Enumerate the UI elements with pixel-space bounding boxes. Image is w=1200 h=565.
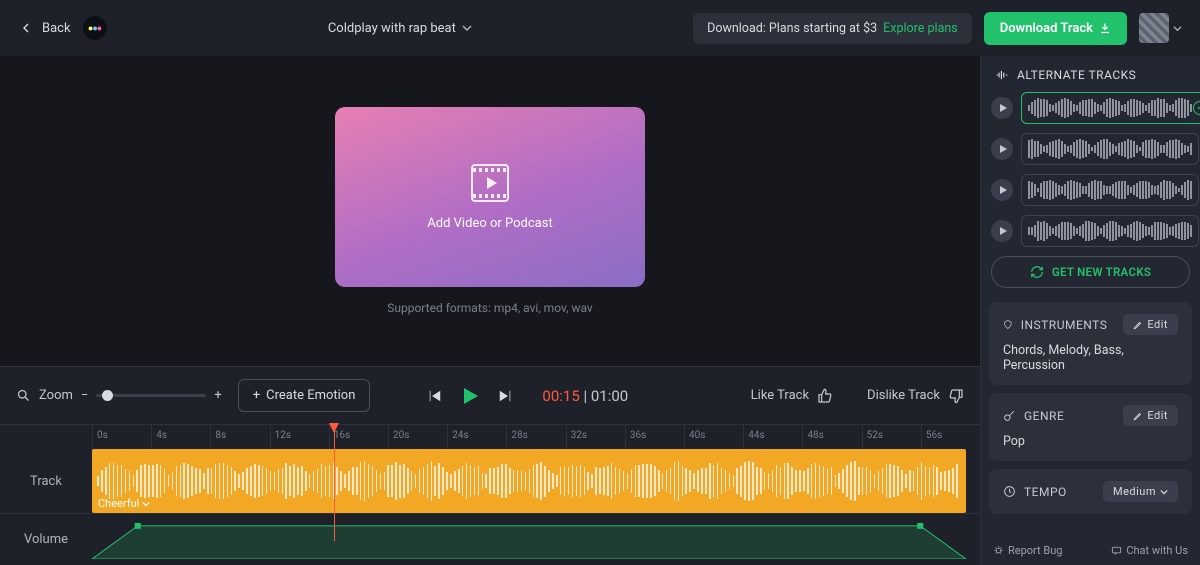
ruler-tick: 40s [684, 425, 743, 449]
dislike-track-button[interactable]: Dislike Track [867, 388, 964, 404]
instruments-heading: INSTRUMENTS [1021, 318, 1108, 332]
ruler-tick: 0s [92, 425, 151, 449]
arrow-left-icon [18, 20, 34, 36]
film-icon [471, 164, 509, 202]
pencil-icon [1133, 320, 1143, 330]
ruler-tick: 20s [388, 425, 447, 449]
project-title-dropdown[interactable]: Coldplay with rap beat [119, 21, 682, 36]
tempo-heading: TEMPO [1024, 485, 1067, 499]
clock-icon [1003, 485, 1016, 498]
like-label: Like Track [751, 388, 809, 403]
audio-clip[interactable]: Cheerful [92, 449, 966, 513]
chevron-down-icon [1173, 24, 1182, 33]
playhead[interactable] [334, 425, 335, 541]
alt-track-play[interactable] [991, 179, 1013, 201]
project-title: Coldplay with rap beat [328, 21, 456, 36]
genre-value: Pop [1003, 434, 1178, 449]
time-current: 00:15 [542, 387, 579, 405]
ruler-tick: 24s [447, 425, 506, 449]
download-track-button[interactable]: Download Track [984, 12, 1127, 45]
download-label: Download Track [1000, 21, 1093, 36]
alt-track-2[interactable] [1021, 133, 1199, 165]
back-button[interactable]: Back [18, 20, 71, 36]
genre-heading: GENRE [1024, 409, 1064, 423]
chevron-down-icon [1160, 488, 1168, 496]
supported-formats: Supported formats: mp4, avi, mov, wav [387, 301, 593, 315]
pencil-icon [1133, 411, 1143, 421]
volume-row-label: Volume [0, 514, 92, 565]
promo-banner: Download: Plans starting at $3 Explore p… [693, 13, 972, 44]
avatar [1139, 13, 1169, 43]
ruler-tick: 56s [921, 425, 980, 449]
chat-icon [1111, 545, 1122, 556]
play-button[interactable] [458, 384, 482, 408]
waveform-icon [995, 68, 1009, 82]
ruler-tick: 48s [802, 425, 861, 449]
tempo-selector[interactable]: Medium [1103, 481, 1178, 502]
track-row-label: Track [0, 449, 92, 513]
add-media-dropzone[interactable]: Add Video or Podcast [335, 107, 645, 287]
time-ruler[interactable]: 0s4s8s12s16s20s24s28s32s36s40s44s48s52s5… [92, 425, 980, 449]
emotion-tag[interactable]: Cheerful [98, 497, 150, 510]
tempo-value: Medium [1113, 485, 1156, 498]
instruments-icon [1003, 318, 1013, 331]
ruler-tick: 8s [210, 425, 269, 449]
edit-instruments-button[interactable]: Edit [1123, 314, 1178, 335]
get-new-tracks-button[interactable]: GET NEW TRACKS [991, 256, 1190, 288]
zoom-in[interactable]: + [214, 388, 221, 403]
alt-track-play[interactable] [991, 220, 1013, 242]
like-track-button[interactable]: Like Track [751, 388, 833, 404]
zoom-label: Zoom [39, 388, 73, 403]
back-label: Back [42, 21, 71, 36]
ruler-tick: 12s [270, 425, 329, 449]
report-bug-link[interactable]: Report Bug [993, 544, 1062, 557]
ruler-tick: 52s [862, 425, 921, 449]
ruler-tick: 36s [625, 425, 684, 449]
plus-icon: + [253, 388, 260, 403]
prev-button[interactable] [426, 387, 444, 405]
alt-track-play[interactable] [991, 138, 1013, 160]
chevron-down-icon [462, 23, 472, 33]
alt-track-3[interactable] [1021, 174, 1199, 206]
chevron-down-icon [142, 500, 150, 508]
chat-link[interactable]: Chat with Us [1111, 544, 1188, 557]
guitar-icon [1003, 409, 1016, 422]
volume-envelope[interactable] [92, 520, 966, 559]
check-icon: ✓ [1193, 101, 1200, 115]
ruler-tick: 32s [566, 425, 625, 449]
alt-track-play[interactable] [991, 97, 1013, 119]
alt-track-1[interactable]: ✓ [1021, 92, 1200, 124]
dislike-label: Dislike Track [867, 388, 940, 403]
ruler-tick: 44s [743, 425, 802, 449]
bug-icon [993, 545, 1004, 556]
thumbs-up-icon [817, 388, 833, 404]
thumbs-down-icon [948, 388, 964, 404]
refresh-icon [1030, 265, 1044, 279]
timecode: 00:15 | 01:00 [542, 387, 628, 405]
alt-track-4[interactable] [1021, 215, 1199, 247]
download-icon [1099, 22, 1111, 34]
explore-plans-link[interactable]: Explore plans [883, 21, 958, 36]
ruler-tick: 4s [151, 425, 210, 449]
instruments-value: Chords, Melody, Bass, Percussion [1003, 343, 1178, 373]
zoom-slider[interactable] [96, 394, 206, 397]
drop-label: Add Video or Podcast [427, 216, 552, 231]
create-emotion-label: Create Emotion [266, 388, 355, 403]
create-emotion-button[interactable]: + Create Emotion [238, 379, 371, 412]
next-button[interactable] [496, 387, 514, 405]
ruler-tick: 28s [506, 425, 565, 449]
edit-genre-button[interactable]: Edit [1123, 405, 1178, 426]
get-new-label: GET NEW TRACKS [1052, 265, 1151, 279]
time-total: 01:00 [591, 387, 628, 405]
zoom-out[interactable]: − [81, 388, 88, 403]
promo-text: Download: Plans starting at $3 [707, 21, 877, 36]
app-logo: ●●● [83, 16, 107, 40]
media-stage: Add Video or Podcast Supported formats: … [0, 56, 980, 366]
alternate-tracks-heading: ALTERNATE TRACKS [991, 68, 1190, 82]
search-icon [16, 388, 31, 403]
user-menu[interactable] [1139, 13, 1182, 43]
emotion-label: Cheerful [98, 497, 139, 510]
